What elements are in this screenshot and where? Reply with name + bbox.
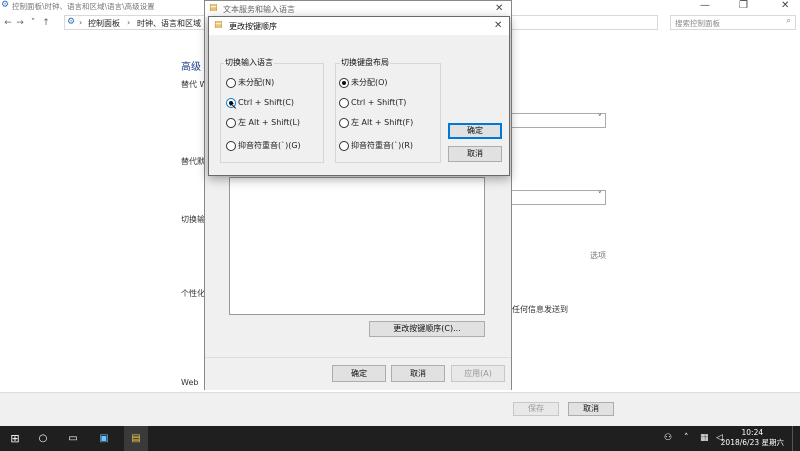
dialog-title-bar: ▤ 更改按键顺序 ✕ (209, 17, 509, 35)
close-icon[interactable]: ✕ (494, 20, 502, 31)
task-view-icon[interactable]: ▭ (62, 426, 84, 451)
maximize-icon[interactable]: ❐ (739, 0, 748, 11)
cancel-button[interactable]: 取消 (391, 365, 445, 382)
radio-circle (226, 118, 236, 128)
ok-button[interactable]: 确定 (332, 365, 386, 382)
label-override-default: 替代默 (181, 157, 205, 166)
minimize-icon[interactable]: — (700, 0, 710, 11)
input-language-group-label: 切换输入语言 (224, 57, 274, 68)
radio-circle (226, 78, 236, 88)
label-web: Web (181, 378, 199, 387)
people-icon[interactable]: ⚇ (664, 433, 672, 443)
clock-time: 10:24 (741, 428, 764, 437)
close-icon[interactable]: ✕ (781, 0, 789, 11)
breadcrumb-item-clock-language[interactable]: 时钟、语言和区域 (137, 18, 201, 29)
change-key-sequence-dialog: ▤ 更改按键顺序 ✕ 切换输入语言 未分配(N) Ctrl + Shift(C)… (208, 16, 510, 176)
radio-circle (339, 78, 349, 88)
system-clock[interactable]: 10:24 2018/6/23 星期六 (721, 428, 784, 448)
breadcrumb-item-control-panel[interactable]: 控制面板 (88, 18, 120, 29)
search-input[interactable]: 搜索控制面板 ⌕ (670, 15, 796, 30)
radio-circle (339, 118, 349, 128)
control-panel-icon: ⚙ (1, 0, 10, 10)
keyboard-taskbar-icon[interactable]: ▤ (124, 426, 148, 451)
back-arrow-icon[interactable]: ← (2, 16, 14, 30)
options-link[interactable]: 选项 (590, 250, 606, 261)
breadcrumb-separator: › (79, 18, 83, 27)
dialog-ok-button[interactable]: 确定 (448, 123, 502, 139)
show-desktop-button[interactable] (792, 426, 800, 451)
search-placeholder: 搜索控制面板 (675, 19, 720, 28)
keyboard-icon: ▤ (214, 20, 223, 30)
apply-button[interactable]: 应用(A) (451, 365, 505, 382)
mouse-cursor-icon: ↖ (229, 101, 238, 112)
chevron-down-icon[interactable]: ˅ (27, 16, 39, 30)
display-language-select[interactable]: ˅ (510, 113, 606, 128)
dialog-cancel-button[interactable]: 取消 (448, 146, 502, 162)
keyboard-icon: ▤ (209, 3, 218, 13)
change-key-sequence-button[interactable]: 更改按键顺序(C)... (369, 321, 485, 337)
text-services-title-bar: ▤ 文本服务和输入语言 ✕ (205, 1, 511, 17)
text-services-button-bar: 确定 取消 应用(A) (205, 357, 511, 390)
label-personalize: 个性化 (181, 289, 205, 298)
keyboard-layout-group-label: 切换键盘布局 (340, 57, 390, 68)
send-info-text: 任何信息发送到 (512, 305, 568, 314)
search-icon[interactable]: ⌕ (786, 16, 791, 26)
cortana-search-icon[interactable]: ○ (32, 426, 54, 451)
chevron-up-icon[interactable]: ˄ (684, 433, 689, 443)
network-icon[interactable]: ▦ (700, 433, 709, 443)
control-panel-taskbar-icon[interactable]: ▣ (93, 426, 115, 451)
forward-arrow-icon[interactable]: → (14, 16, 26, 30)
clock-date: 2018/6/23 星期六 (720, 438, 784, 447)
taskbar: ⊞ ○ ▭ ▣ ▤ ⚇ ˄ ▦ ◁ 10:24 2018/6/23 星期六 (0, 426, 800, 451)
page-title: 高级 (181, 62, 201, 73)
hotkey-list[interactable] (229, 177, 485, 315)
dialog-title: 更改按键顺序 (229, 22, 277, 31)
control-panel-icon: ⚙ (67, 17, 76, 27)
main-button-bar: 保存 取消 (0, 392, 800, 427)
chevron-down-icon: ˅ (597, 191, 603, 201)
input-method-select[interactable]: ˅ (510, 190, 606, 205)
text-services-title: 文本服务和输入语言 (223, 5, 295, 14)
radio-circle (339, 141, 349, 151)
breadcrumb-separator: › (127, 18, 131, 27)
chevron-down-icon: ˅ (597, 114, 603, 124)
main-window-title: 控制面板\时钟、语言和区域\语言\高级设置 (12, 2, 155, 11)
close-icon[interactable]: ✕ (495, 3, 503, 14)
label-switch-input: 切换输 (181, 215, 205, 224)
radio-circle (226, 141, 236, 151)
save-button[interactable]: 保存 (513, 402, 559, 416)
windows-start-icon[interactable]: ⊞ (4, 426, 26, 451)
cancel-button[interactable]: 取消 (568, 402, 614, 416)
up-arrow-icon[interactable]: ↑ (40, 16, 52, 30)
radio-circle (339, 98, 349, 108)
